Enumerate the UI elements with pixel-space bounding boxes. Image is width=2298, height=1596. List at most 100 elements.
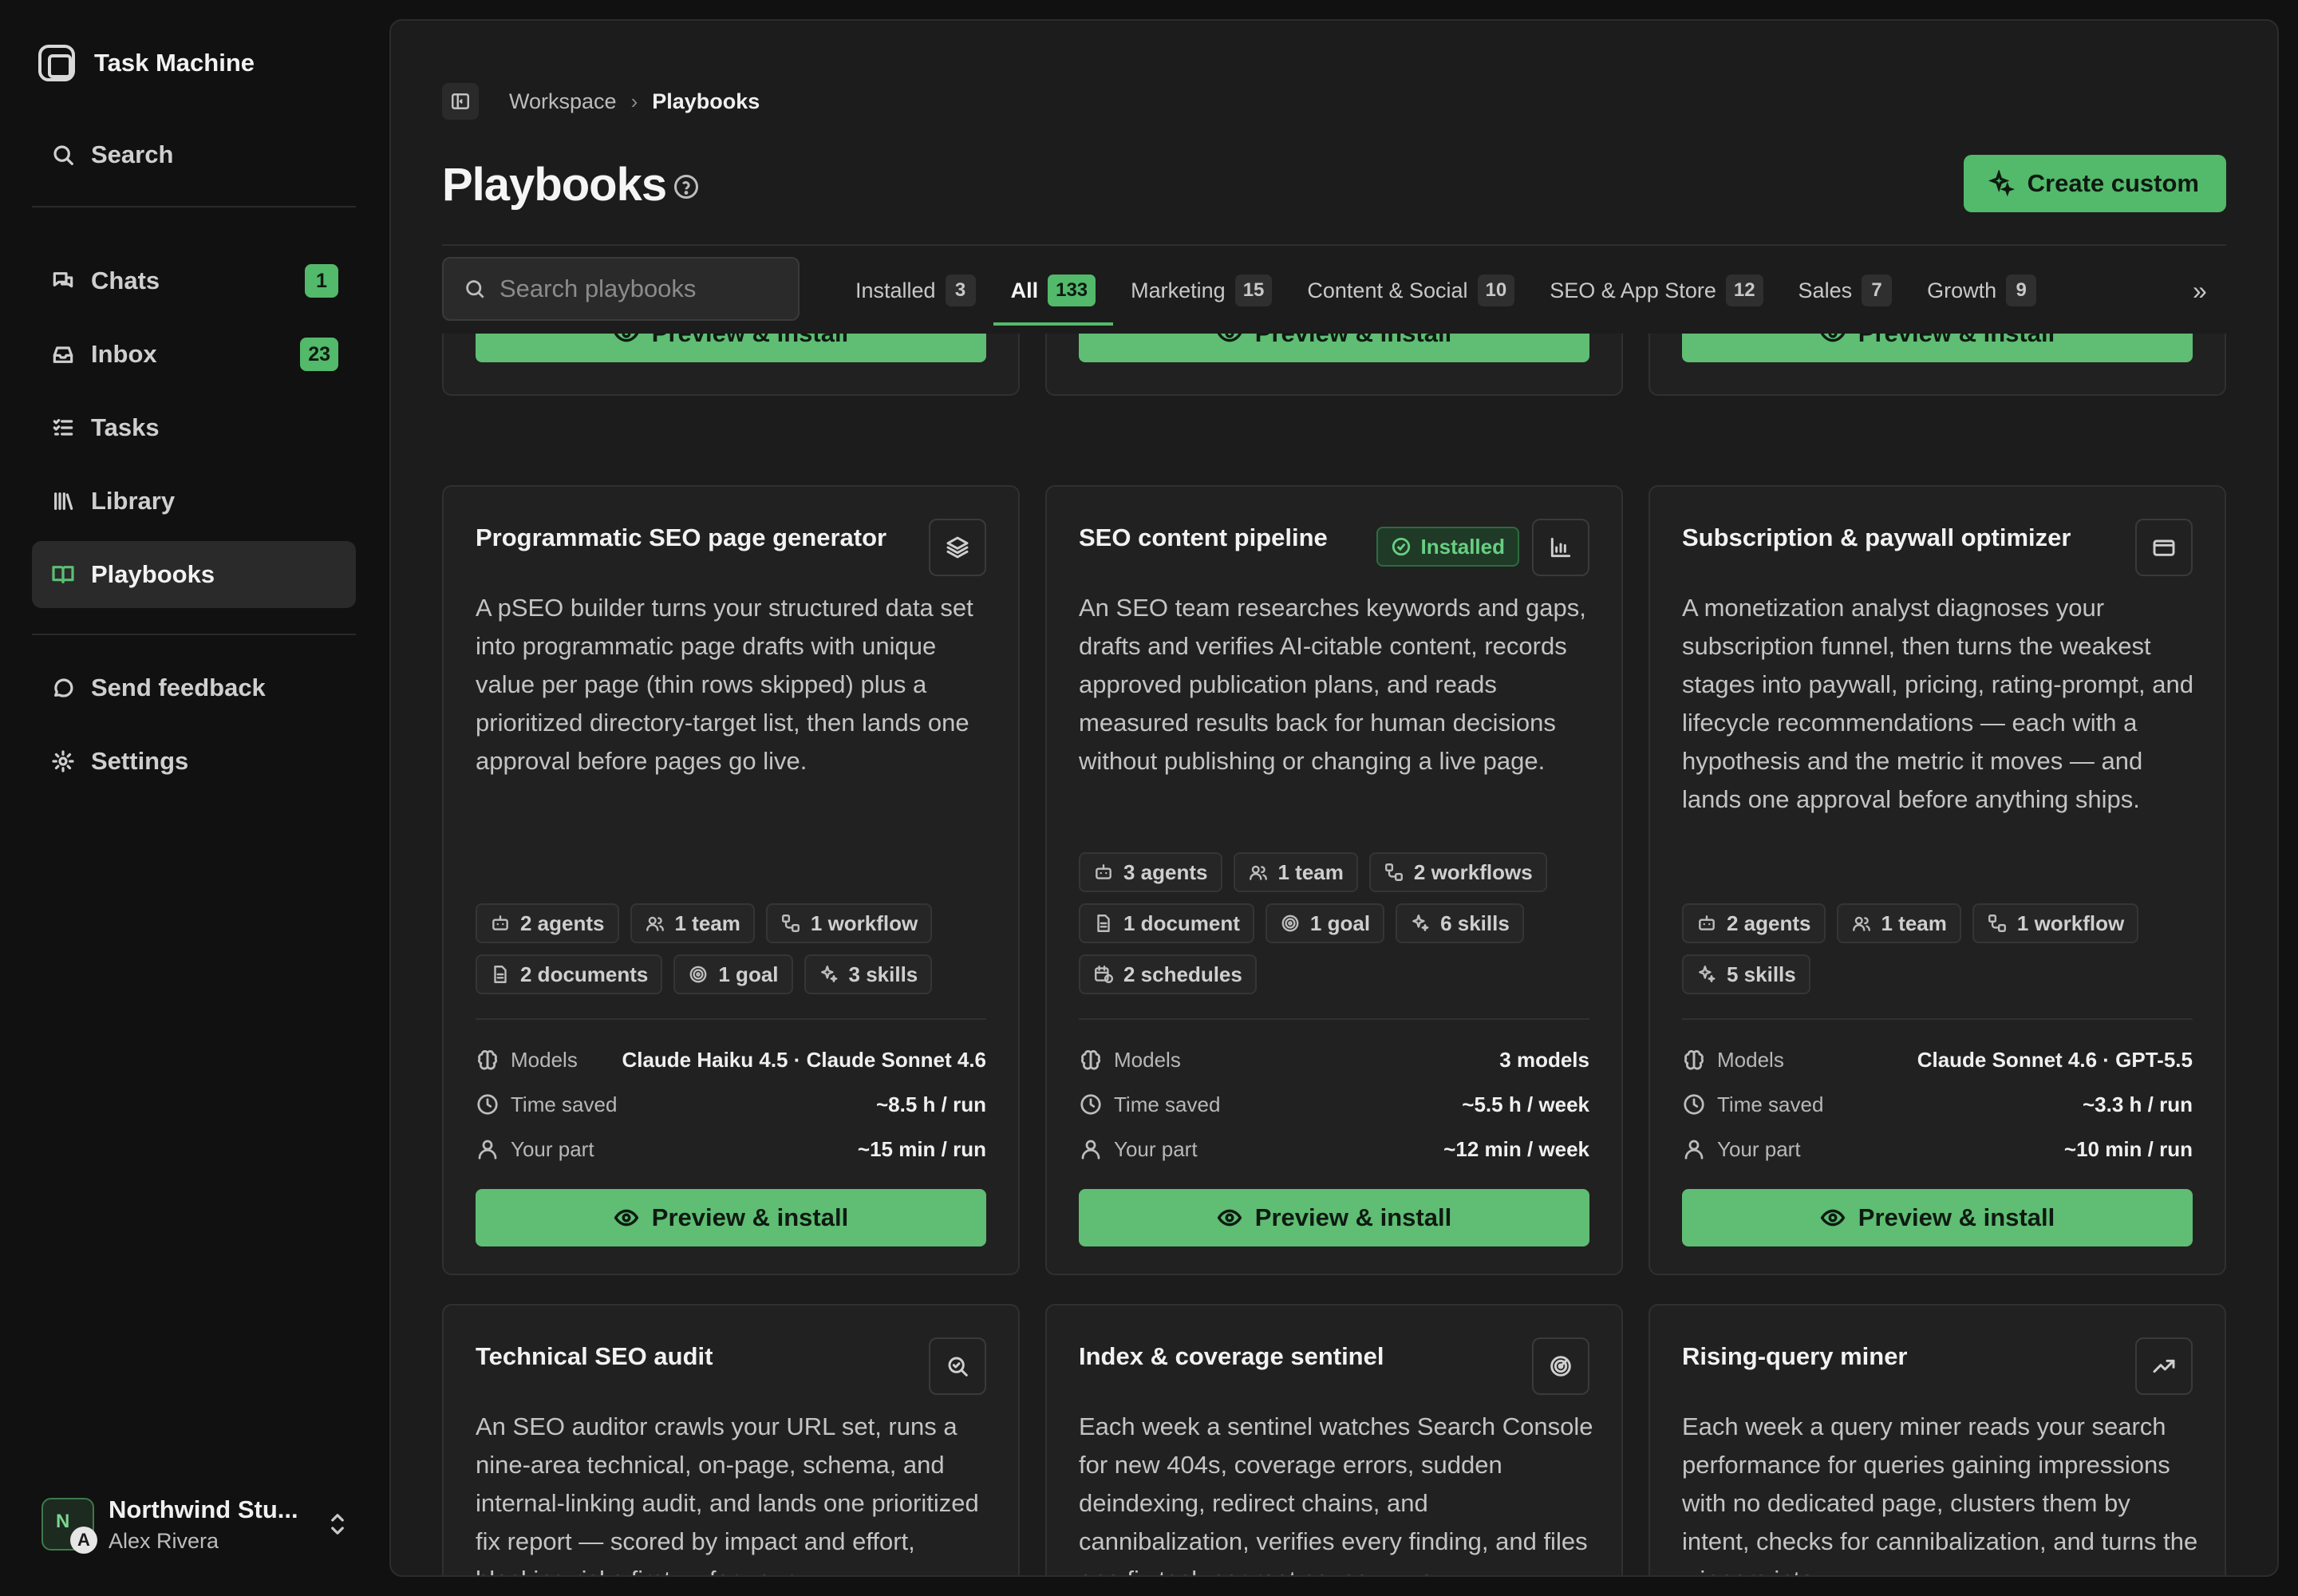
eye-icon [614, 1209, 639, 1227]
search-input-wrapper[interactable] [442, 257, 800, 321]
tab-count: 9 [2006, 275, 2037, 306]
category-tabs: Installed 3 All 133 Marketing 15 Content & … [838, 257, 2054, 326]
chip-document: 1 document [1079, 903, 1254, 943]
gear-icon [49, 748, 77, 775]
brand[interactable]: Task Machine [38, 43, 255, 83]
preview-install-button[interactable]: Preview & install [1079, 334, 1589, 362]
playbook-card: Preview & install [1045, 334, 1623, 396]
sparkles-icon [1699, 966, 1716, 982]
card-divider [1682, 1018, 2193, 1020]
brand-logo-icon [38, 45, 75, 81]
chevron-right-icon: › [630, 89, 638, 113]
preview-install-button[interactable]: Preview & install [476, 1189, 986, 1246]
chip-team: 1 team [630, 903, 755, 943]
playbook-card[interactable]: Technical SEO audit An SEO auditor crawl… [442, 1304, 1020, 1575]
search-check-icon [929, 1337, 986, 1395]
tab-sales[interactable]: Sales 7 [1781, 257, 1910, 324]
tab-seo-app-store[interactable]: SEO & App Store 12 [1532, 257, 1780, 324]
card-description: An SEO auditor crawls your URL set, runs… [476, 1412, 979, 1575]
card-description: Each week a query miner reads your searc… [1682, 1412, 2198, 1575]
sidebar-item-send-feedback[interactable]: Send feedback [32, 654, 356, 721]
header-divider [442, 244, 2226, 246]
tab-all[interactable]: All 133 [993, 257, 1114, 326]
playbook-card[interactable]: Index & coverage sentinel Each week a se… [1045, 1304, 1623, 1575]
card-description: A pSEO builder turns your structured dat… [476, 594, 973, 775]
user-icon [1081, 1140, 1100, 1159]
create-custom-button[interactable]: Create custom [1963, 155, 2226, 212]
chevrons-right-icon[interactable]: » [2193, 276, 2207, 306]
card-description: Each week a sentinel watches Search Cons… [1079, 1412, 1593, 1575]
sidebar-item-label: Send feedback [91, 674, 266, 701]
playbook-card[interactable]: SEO content pipeline Installed An SEO te… [1045, 485, 1623, 1275]
your-part-value: ~10 min / run [2063, 1136, 2193, 1161]
sidebar-item-tasks[interactable]: Tasks [32, 394, 356, 461]
account-switcher[interactable]: N A Northwind Stu... Alex Rivera [41, 1489, 356, 1559]
tab-content-social[interactable]: Content & Social 10 [1289, 257, 1532, 324]
tab-installed[interactable]: Installed 3 [838, 257, 993, 324]
card-title: Index & coverage sentinel [1079, 1342, 1384, 1370]
app-window: Task Machine Search Chats 1 Inbox 23 Tas… [0, 0, 2298, 1596]
preview-install-button[interactable]: Preview & install [1682, 1189, 2193, 1246]
chip-agents: 3 agents [1079, 852, 1222, 892]
preview-install-button[interactable]: Preview & install [1079, 1189, 1589, 1246]
help-circle-icon[interactable] [672, 172, 701, 201]
users-icon [646, 916, 664, 931]
card-divider [1079, 1018, 1589, 1020]
chip-skills: 5 skills [1682, 954, 1810, 994]
avatar: N A [41, 1498, 97, 1554]
card-title: Technical SEO audit [476, 1342, 713, 1370]
sparkles-icon [820, 966, 837, 982]
clock-icon [477, 1094, 498, 1115]
preview-install-button[interactable]: Preview & install [1682, 334, 2193, 362]
target-icon [1281, 915, 1299, 932]
preview-install-button[interactable]: Preview & install [476, 334, 986, 362]
your-part-row: Your part ~12 min / week [1079, 1133, 1589, 1165]
tab-marketing[interactable]: Marketing 15 [1113, 257, 1289, 324]
chip-team: 1 team [1233, 852, 1358, 892]
sidebar-item-label: Playbooks [91, 560, 215, 588]
eye-icon [1217, 334, 1242, 342]
sparkles-icon [1412, 915, 1429, 931]
eye-icon [1820, 334, 1846, 342]
tab-growth[interactable]: Growth 9 [1909, 257, 2054, 324]
users-icon [1249, 865, 1267, 880]
workflow-icon [1988, 915, 2006, 932]
tab-count: 3 [945, 275, 976, 306]
your-part-value: ~15 min / run [857, 1136, 986, 1161]
user-icon [478, 1140, 497, 1159]
card-title: SEO content pipeline [1079, 523, 1328, 551]
check-circle-icon [1392, 537, 1410, 556]
chip-documents: 2 documents [476, 954, 663, 994]
sidebar-item-label: Chats [91, 267, 160, 294]
sidebar-item-inbox[interactable]: Inbox 23 [32, 321, 356, 388]
sidebar-item-label: Settings [91, 747, 189, 775]
sidebar-item-playbooks[interactable]: Playbooks [32, 541, 356, 608]
tab-count: 7 [1862, 275, 1893, 306]
models-row: Models 3 models [1079, 1044, 1589, 1076]
chip-workflow: 1 workflow [765, 903, 933, 943]
sidebar-item-settings[interactable]: Settings [32, 728, 356, 795]
eye-icon [1217, 1209, 1242, 1227]
breadcrumb-workspace[interactable]: Workspace [509, 89, 617, 114]
chip-agents: 2 agents [476, 903, 619, 943]
sidebar-toggle-icon[interactable] [442, 83, 479, 120]
sidebar-item-library[interactable]: Library [32, 468, 356, 535]
playbook-card: Preview & install [442, 334, 1020, 396]
models-row: Models Claude Sonnet 4.6 · GPT-5.5 [1682, 1044, 2193, 1076]
breadcrumb: Workspace › Playbooks [442, 83, 760, 120]
playbook-card[interactable]: Subscription & paywall optimizer A monet… [1648, 485, 2226, 1275]
bot-icon [492, 915, 508, 930]
sidebar-search[interactable]: Search [32, 121, 356, 188]
tab-count: 12 [1725, 275, 1763, 306]
playbook-card[interactable]: Rising-query miner Each week a query min… [1648, 1304, 2226, 1575]
time-saved-row: Time saved ~3.3 h / run [1682, 1088, 2193, 1120]
playbook-card: Preview & install [1648, 334, 2226, 396]
time-saved-value: ~3.3 h / run [2083, 1092, 2193, 1116]
search-input[interactable] [499, 275, 787, 303]
page-title: Playbooks [442, 159, 667, 211]
playbook-card[interactable]: Programmatic SEO page generator A pSEO b… [442, 485, 1020, 1275]
sidebar-item-chats[interactable]: Chats 1 [32, 247, 356, 314]
sidebar-divider [32, 206, 356, 207]
sidebar-item-label: Tasks [91, 413, 160, 441]
user-avatar-badge: A [70, 1527, 97, 1554]
